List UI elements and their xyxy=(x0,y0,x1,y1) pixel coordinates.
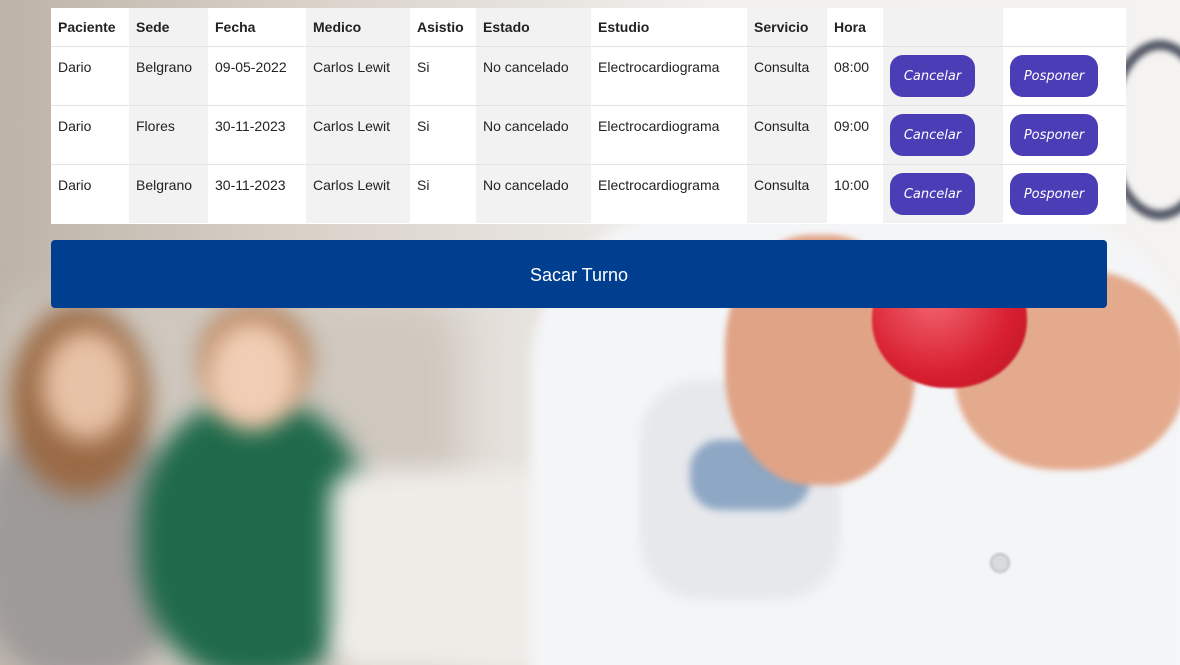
cell-servicio: Consulta xyxy=(747,104,827,164)
cell-estado: No cancelado xyxy=(476,104,591,164)
table-header-row: Paciente Sede Fecha Medico Asistio Estad… xyxy=(51,8,1126,46)
table-row: Dario Flores 30-11-2023 Carlos Lewit Si … xyxy=(51,104,1126,164)
cell-asistio: Si xyxy=(410,45,476,105)
cell-postpone: Posponer xyxy=(1003,104,1126,164)
cancel-button[interactable]: Cancelar xyxy=(890,172,975,215)
cell-hora: 10:00 xyxy=(827,163,883,223)
header-medico: Medico xyxy=(306,8,410,46)
postpone-button[interactable]: Posponer xyxy=(1010,172,1098,215)
cell-asistio: Si xyxy=(410,104,476,164)
cell-hora: 09:00 xyxy=(827,104,883,164)
cell-medico: Carlos Lewit xyxy=(306,104,410,164)
cell-cancel: Cancelar xyxy=(883,104,1003,164)
book-appointment-button[interactable]: Sacar Turno xyxy=(51,240,1107,308)
cell-fecha: 09-05-2022 xyxy=(208,45,306,105)
cell-paciente: Dario xyxy=(51,163,129,223)
cell-paciente: Dario xyxy=(51,104,129,164)
cell-cancel: Cancelar xyxy=(883,163,1003,223)
header-sede: Sede xyxy=(129,8,208,46)
cell-paciente: Dario xyxy=(51,45,129,105)
header-action-2 xyxy=(1003,8,1126,46)
cell-postpone: Posponer xyxy=(1003,163,1126,223)
cell-asistio: Si xyxy=(410,163,476,223)
header-estado: Estado xyxy=(476,8,591,46)
header-estudio: Estudio xyxy=(598,19,650,35)
cancel-button[interactable]: Cancelar xyxy=(890,113,975,156)
cell-medico: Carlos Lewit xyxy=(306,45,410,105)
postpone-button[interactable]: Posponer xyxy=(1010,54,1098,97)
header-paciente: Paciente xyxy=(58,19,116,35)
header-hora: Hora xyxy=(834,19,866,35)
cell-sede: Belgrano xyxy=(129,45,208,105)
cell-fecha: 30-11-2023 xyxy=(208,104,306,164)
header-action-1 xyxy=(883,8,1003,46)
cell-sede: Flores xyxy=(129,104,208,164)
cell-medico: Carlos Lewit xyxy=(306,163,410,223)
cell-sede: Belgrano xyxy=(129,163,208,223)
cell-estudio: Electrocardiograma xyxy=(591,163,747,223)
table-row: Dario Belgrano 09-05-2022 Carlos Lewit S… xyxy=(51,45,1126,105)
header-asistio: Asistio xyxy=(417,19,464,35)
cell-cancel: Cancelar xyxy=(883,45,1003,105)
table-row: Dario Belgrano 30-11-2023 Carlos Lewit S… xyxy=(51,163,1126,223)
cell-servicio: Consulta xyxy=(747,45,827,105)
cancel-button[interactable]: Cancelar xyxy=(890,54,975,97)
cell-estudio: Electrocardiograma xyxy=(591,104,747,164)
cell-estudio: Electrocardiograma xyxy=(591,45,747,105)
cell-postpone: Posponer xyxy=(1003,45,1126,105)
cell-estado: No cancelado xyxy=(476,45,591,105)
cell-fecha: 30-11-2023 xyxy=(208,163,306,223)
header-fecha: Fecha xyxy=(215,19,256,35)
cell-servicio: Consulta xyxy=(747,163,827,223)
postpone-button[interactable]: Posponer xyxy=(1010,113,1098,156)
cell-hora: 08:00 xyxy=(827,45,883,105)
appointments-table: Paciente Sede Fecha Medico Asistio Estad… xyxy=(51,8,1126,224)
header-servicio: Servicio xyxy=(747,8,827,46)
cell-estado: No cancelado xyxy=(476,163,591,223)
